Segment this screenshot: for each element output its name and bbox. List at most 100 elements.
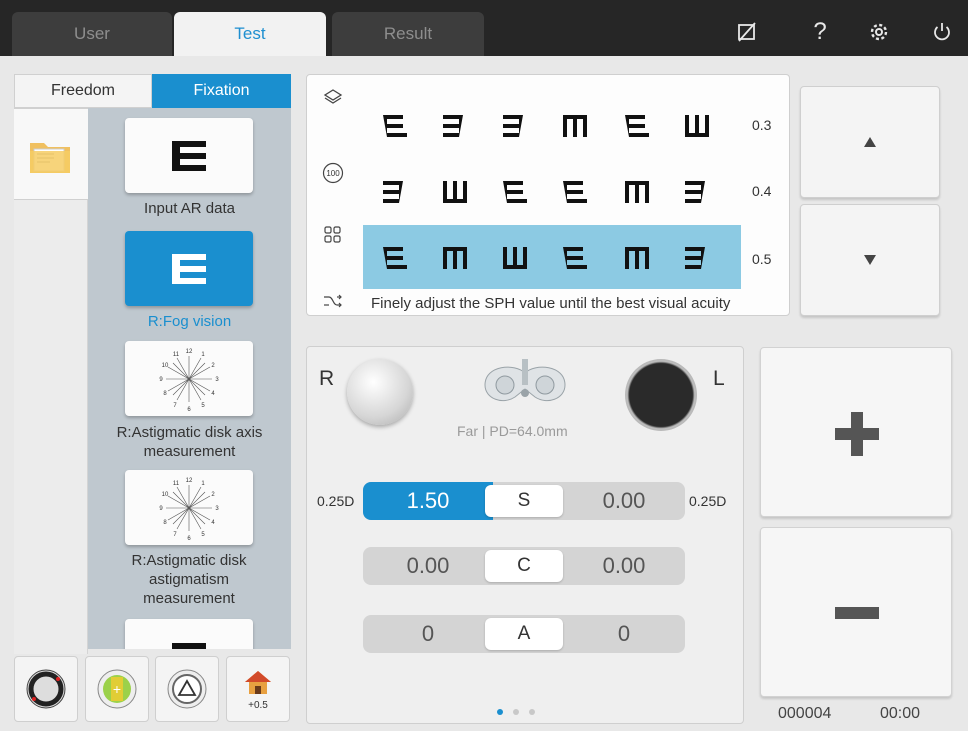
session-timer: 00:00 [880,705,921,722]
tab-user[interactable]: User [12,12,172,56]
chart-row-selected[interactable] [363,225,741,289]
program-label: R:Astigmatic disk astigmatism measuremen… [131,552,247,607]
optotype-e-up [443,181,467,203]
occluder-button[interactable] [14,656,78,722]
svg-text:9: 9 [159,506,163,512]
program-thumb-astig-astigmatism[interactable]: 12 1 2 3 45 6 7 8 9 10 11 [125,470,253,545]
page-dot[interactable] [529,709,535,715]
svg-text:12: 12 [186,349,193,355]
astigmatic-dial-icon: 12 12 3 45 6 7 8 9 10 11 [159,478,219,542]
cyl-right-value[interactable]: 0.00 [363,547,493,585]
svg-text:10: 10 [162,363,169,369]
program-list: Input AR data R:Fog vision 12 1 2 3 4567 89… [88,108,291,649]
program-thumb-fog-vision[interactable] [125,231,253,306]
svg-text:7: 7 [173,532,177,538]
svg-text:3: 3 [215,377,219,383]
svg-text:2: 2 [211,363,215,369]
plus-icon [835,412,879,456]
right-eye-label: R [319,367,335,390]
optotype-e-right [503,181,527,203]
svg-text:1: 1 [201,481,205,487]
optotype-e-right [625,115,649,137]
session-counter: 000004 [778,705,832,722]
optotype-e-left [443,115,463,137]
e-chart-icon [172,253,206,284]
chart-down-button[interactable] [800,204,940,316]
chart-row[interactable] [363,159,741,223]
axis-left-value[interactable]: 0 [563,615,685,653]
svg-text:3: 3 [215,506,219,512]
optotype-e-left [685,181,705,203]
tab-result[interactable]: Result [332,12,484,56]
add-lens-icon: + [97,669,137,709]
top-bar: User Test Result ? [0,0,968,56]
svg-text:5: 5 [201,403,205,409]
tab-test[interactable]: Test [174,12,326,56]
increase-button[interactable] [760,347,952,517]
left-eye-lens[interactable] [625,359,697,431]
axis-right-value[interactable]: 0 [363,615,493,653]
settings-icon[interactable] [865,18,893,46]
prism-button[interactable] [155,656,219,722]
layers-icon[interactable] [321,85,345,109]
mode-freedom-tab[interactable]: Freedom [14,74,152,108]
axis-control: 0 A 0 [363,615,685,653]
cyl-control: 0.00 C 0.00 [363,547,685,585]
phoropter-icon [484,359,566,401]
axis-label-button[interactable]: A [485,618,563,650]
decrease-button[interactable] [760,527,952,697]
svg-text:9: 9 [159,377,163,383]
occluder-icon [26,669,66,709]
add-lens-button[interactable]: + [85,656,149,722]
prism-icon [167,669,207,709]
chart-row[interactable] [363,93,741,157]
triangle-up-icon [864,137,876,147]
tab-user-label: User [74,24,110,43]
page-dot-active[interactable] [497,709,503,715]
shuffle-icon[interactable] [321,289,345,313]
program-thumb-next[interactable] [125,619,253,649]
sph-step-left[interactable]: 0.25D [317,493,354,509]
svg-text:11: 11 [173,352,180,358]
svg-text:2: 2 [211,492,215,498]
main-area: Freedom Fixation Input AR data R:Fog vis… [0,56,968,731]
help-icon-glyph: ? [813,18,827,45]
svg-text:10: 10 [162,492,169,498]
sph-control: 1.50 S 0.00 [363,482,685,520]
chart-up-button[interactable] [800,86,940,198]
acuity-label: 0.3 [752,117,772,133]
acuity-label: 0.5 [752,251,772,267]
svg-text:7: 7 [173,403,177,409]
sph-label-button[interactable]: S [485,485,563,517]
home-add-button[interactable]: +0.5 [226,656,290,722]
sph-right-value[interactable]: 1.50 [363,482,493,520]
right-eye-lens[interactable] [347,359,413,425]
folder-category[interactable] [14,108,88,200]
percent-100-icon[interactable]: 100 [321,161,345,185]
cyl-left-value[interactable]: 0.00 [563,547,685,585]
optotype-e-up [685,115,709,137]
sph-left-value[interactable]: 0.00 [563,482,685,520]
program-thumb-astig-axis[interactable]: 12 1 2 3 45 6 7 8 9 10 11 [125,341,253,416]
optotype-e-down [563,115,587,137]
cyl-label-button[interactable]: C [485,550,563,582]
refraction-control-panel: R L Far | PD=64.0mm 0.25D 1.50 S 0.00 0.… [306,346,744,724]
svg-text:+: + [113,681,121,697]
page-dot[interactable] [513,709,519,715]
program-thumb-input-ar[interactable] [125,118,253,193]
left-eye-label: L [713,367,725,390]
tab-test-label: Test [234,24,266,43]
svg-text:8: 8 [163,520,167,526]
sph-step-right[interactable]: 0.25D [689,493,726,509]
visual-chart: 100 0.3 0.4 0.5 Finely adjust the SPH va… [306,74,790,316]
help-icon[interactable]: ? [806,18,834,46]
e-chart-icon [172,643,206,649]
grid-icon[interactable] [321,223,345,247]
power-icon[interactable] [928,18,956,46]
mode-fixation-tab[interactable]: Fixation [152,74,291,108]
optotype-e-down [625,181,649,203]
category-column [14,108,88,654]
svg-text:6: 6 [187,536,191,542]
no-chart-icon[interactable] [733,18,761,46]
optotype-e-left [383,181,403,203]
